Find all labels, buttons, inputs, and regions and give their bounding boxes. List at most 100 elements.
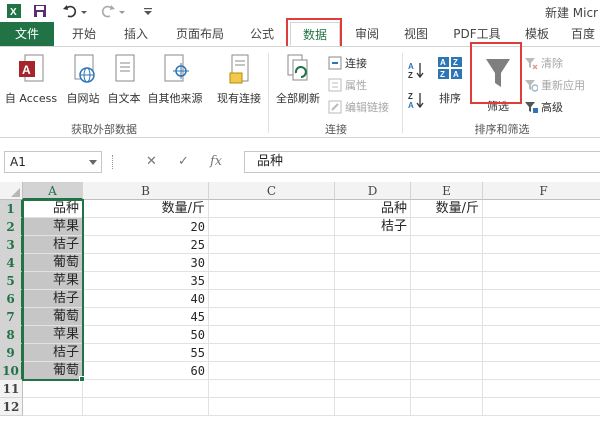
cell-a7[interactable]: 葡萄 bbox=[23, 308, 83, 326]
cell-b1[interactable]: 数量/斤 bbox=[83, 200, 209, 218]
cell-c10[interactable] bbox=[209, 362, 335, 380]
cell-f5[interactable] bbox=[483, 272, 600, 290]
name-box-dropdown-icon[interactable] bbox=[89, 160, 97, 165]
cell-f6[interactable] bbox=[483, 290, 600, 308]
cell-d1[interactable]: 品种 bbox=[335, 200, 411, 218]
cell-b4[interactable]: 30 bbox=[83, 254, 209, 272]
cell-d8[interactable] bbox=[335, 326, 411, 344]
cell-e6[interactable] bbox=[411, 290, 483, 308]
tab-baidu[interactable]: 百度 bbox=[566, 22, 600, 46]
cell-b8[interactable]: 50 bbox=[83, 326, 209, 344]
clear-filter-button[interactable]: 清除 bbox=[524, 55, 563, 71]
row-header-4[interactable]: 4 bbox=[0, 254, 23, 272]
connections-button[interactable]: 连接 bbox=[328, 55, 367, 71]
cell-e8[interactable] bbox=[411, 326, 483, 344]
redo-dropdown-icon[interactable] bbox=[118, 3, 126, 19]
cell-b2[interactable]: 20 bbox=[83, 218, 209, 236]
cancel-icon[interactable]: ✕ bbox=[146, 154, 157, 169]
cell-a6[interactable]: 桔子 bbox=[23, 290, 83, 308]
cell-f8[interactable] bbox=[483, 326, 600, 344]
row-header-8[interactable]: 8 bbox=[0, 326, 23, 344]
cell-b11[interactable] bbox=[83, 380, 209, 398]
select-all-corner[interactable] bbox=[0, 182, 23, 200]
cell-f1[interactable] bbox=[483, 200, 600, 218]
column-header-c[interactable]: C bbox=[209, 182, 335, 200]
cell-a8[interactable]: 苹果 bbox=[23, 326, 83, 344]
cell-b7[interactable]: 45 bbox=[83, 308, 209, 326]
row-header-3[interactable]: 3 bbox=[0, 236, 23, 254]
row-header-12[interactable]: 12 bbox=[0, 398, 23, 416]
row-header-1[interactable]: 1 bbox=[0, 200, 23, 218]
cell-e7[interactable] bbox=[411, 308, 483, 326]
cell-c7[interactable] bbox=[209, 308, 335, 326]
cell-d12[interactable] bbox=[335, 398, 411, 416]
from-web-button[interactable]: 自网站 bbox=[62, 53, 104, 106]
cell-b6[interactable]: 40 bbox=[83, 290, 209, 308]
cell-a11[interactable] bbox=[23, 380, 83, 398]
from-other-sources-button[interactable]: 自其他来源 bbox=[144, 53, 206, 106]
from-access-button[interactable]: A 自 Access bbox=[2, 53, 60, 106]
insert-function-icon[interactable]: fx bbox=[210, 154, 222, 169]
cell-b9[interactable]: 55 bbox=[83, 344, 209, 362]
cell-d11[interactable] bbox=[335, 380, 411, 398]
tab-template[interactable]: 模板 bbox=[516, 22, 558, 46]
tab-file[interactable]: 文件 bbox=[0, 22, 54, 46]
redo-icon[interactable] bbox=[100, 3, 116, 19]
column-header-f[interactable]: F bbox=[483, 182, 600, 200]
cell-d9[interactable] bbox=[335, 344, 411, 362]
undo-dropdown-icon[interactable] bbox=[80, 3, 88, 19]
cell-d10[interactable] bbox=[335, 362, 411, 380]
cell-c1[interactable] bbox=[209, 200, 335, 218]
cell-a1[interactable]: 品种 bbox=[23, 200, 83, 218]
cell-f3[interactable] bbox=[483, 236, 600, 254]
sort-ascending-button[interactable]: AZ bbox=[408, 61, 429, 80]
cell-f11[interactable] bbox=[483, 380, 600, 398]
cell-d5[interactable] bbox=[335, 272, 411, 290]
row-header-11[interactable]: 11 bbox=[0, 380, 23, 398]
tab-review[interactable]: 审阅 bbox=[344, 22, 390, 46]
reapply-filter-button[interactable]: 重新应用 bbox=[524, 77, 585, 93]
cell-e3[interactable] bbox=[411, 236, 483, 254]
tab-insert[interactable]: 插入 bbox=[112, 22, 160, 46]
cell-c8[interactable] bbox=[209, 326, 335, 344]
cell-e2[interactable] bbox=[411, 218, 483, 236]
cell-c3[interactable] bbox=[209, 236, 335, 254]
refresh-all-button[interactable]: 全部刷新 bbox=[272, 53, 324, 106]
cell-b5[interactable]: 35 bbox=[83, 272, 209, 290]
properties-button[interactable]: 属性 bbox=[328, 77, 367, 93]
cell-b12[interactable] bbox=[83, 398, 209, 416]
enter-check-icon[interactable]: ✓ bbox=[178, 154, 189, 169]
advanced-filter-button[interactable]: 高级 bbox=[524, 99, 563, 115]
undo-icon[interactable] bbox=[62, 3, 78, 19]
row-header-5[interactable]: 5 bbox=[0, 272, 23, 290]
cell-e1[interactable]: 数量/斤 bbox=[411, 200, 483, 218]
cell-a4[interactable]: 葡萄 bbox=[23, 254, 83, 272]
cell-f12[interactable] bbox=[483, 398, 600, 416]
cell-d3[interactable] bbox=[335, 236, 411, 254]
cell-b3[interactable]: 25 bbox=[83, 236, 209, 254]
cell-e12[interactable] bbox=[411, 398, 483, 416]
save-icon[interactable] bbox=[32, 3, 48, 19]
column-header-b[interactable]: B bbox=[83, 182, 209, 200]
customize-qat-icon[interactable] bbox=[140, 3, 156, 19]
column-header-d[interactable]: D bbox=[335, 182, 411, 200]
cell-c9[interactable] bbox=[209, 344, 335, 362]
tab-view[interactable]: 视图 bbox=[394, 22, 438, 46]
cell-a10[interactable]: 葡萄 bbox=[23, 362, 83, 380]
name-box[interactable]: A1 bbox=[4, 151, 102, 173]
cell-e10[interactable] bbox=[411, 362, 483, 380]
cell-a9[interactable]: 桔子 bbox=[23, 344, 83, 362]
row-header-10[interactable]: 10 bbox=[0, 362, 23, 380]
tab-formulas[interactable]: 公式 bbox=[240, 22, 284, 46]
cell-f7[interactable] bbox=[483, 308, 600, 326]
cell-c12[interactable] bbox=[209, 398, 335, 416]
tab-home[interactable]: 开始 bbox=[58, 22, 110, 46]
sort-button[interactable]: AZZA 排序 bbox=[432, 53, 468, 106]
cell-c4[interactable] bbox=[209, 254, 335, 272]
cell-d6[interactable] bbox=[335, 290, 411, 308]
cell-f10[interactable] bbox=[483, 362, 600, 380]
cell-c2[interactable] bbox=[209, 218, 335, 236]
row-header-6[interactable]: 6 bbox=[0, 290, 23, 308]
column-header-e[interactable]: E bbox=[411, 182, 483, 200]
row-header-9[interactable]: 9 bbox=[0, 344, 23, 362]
